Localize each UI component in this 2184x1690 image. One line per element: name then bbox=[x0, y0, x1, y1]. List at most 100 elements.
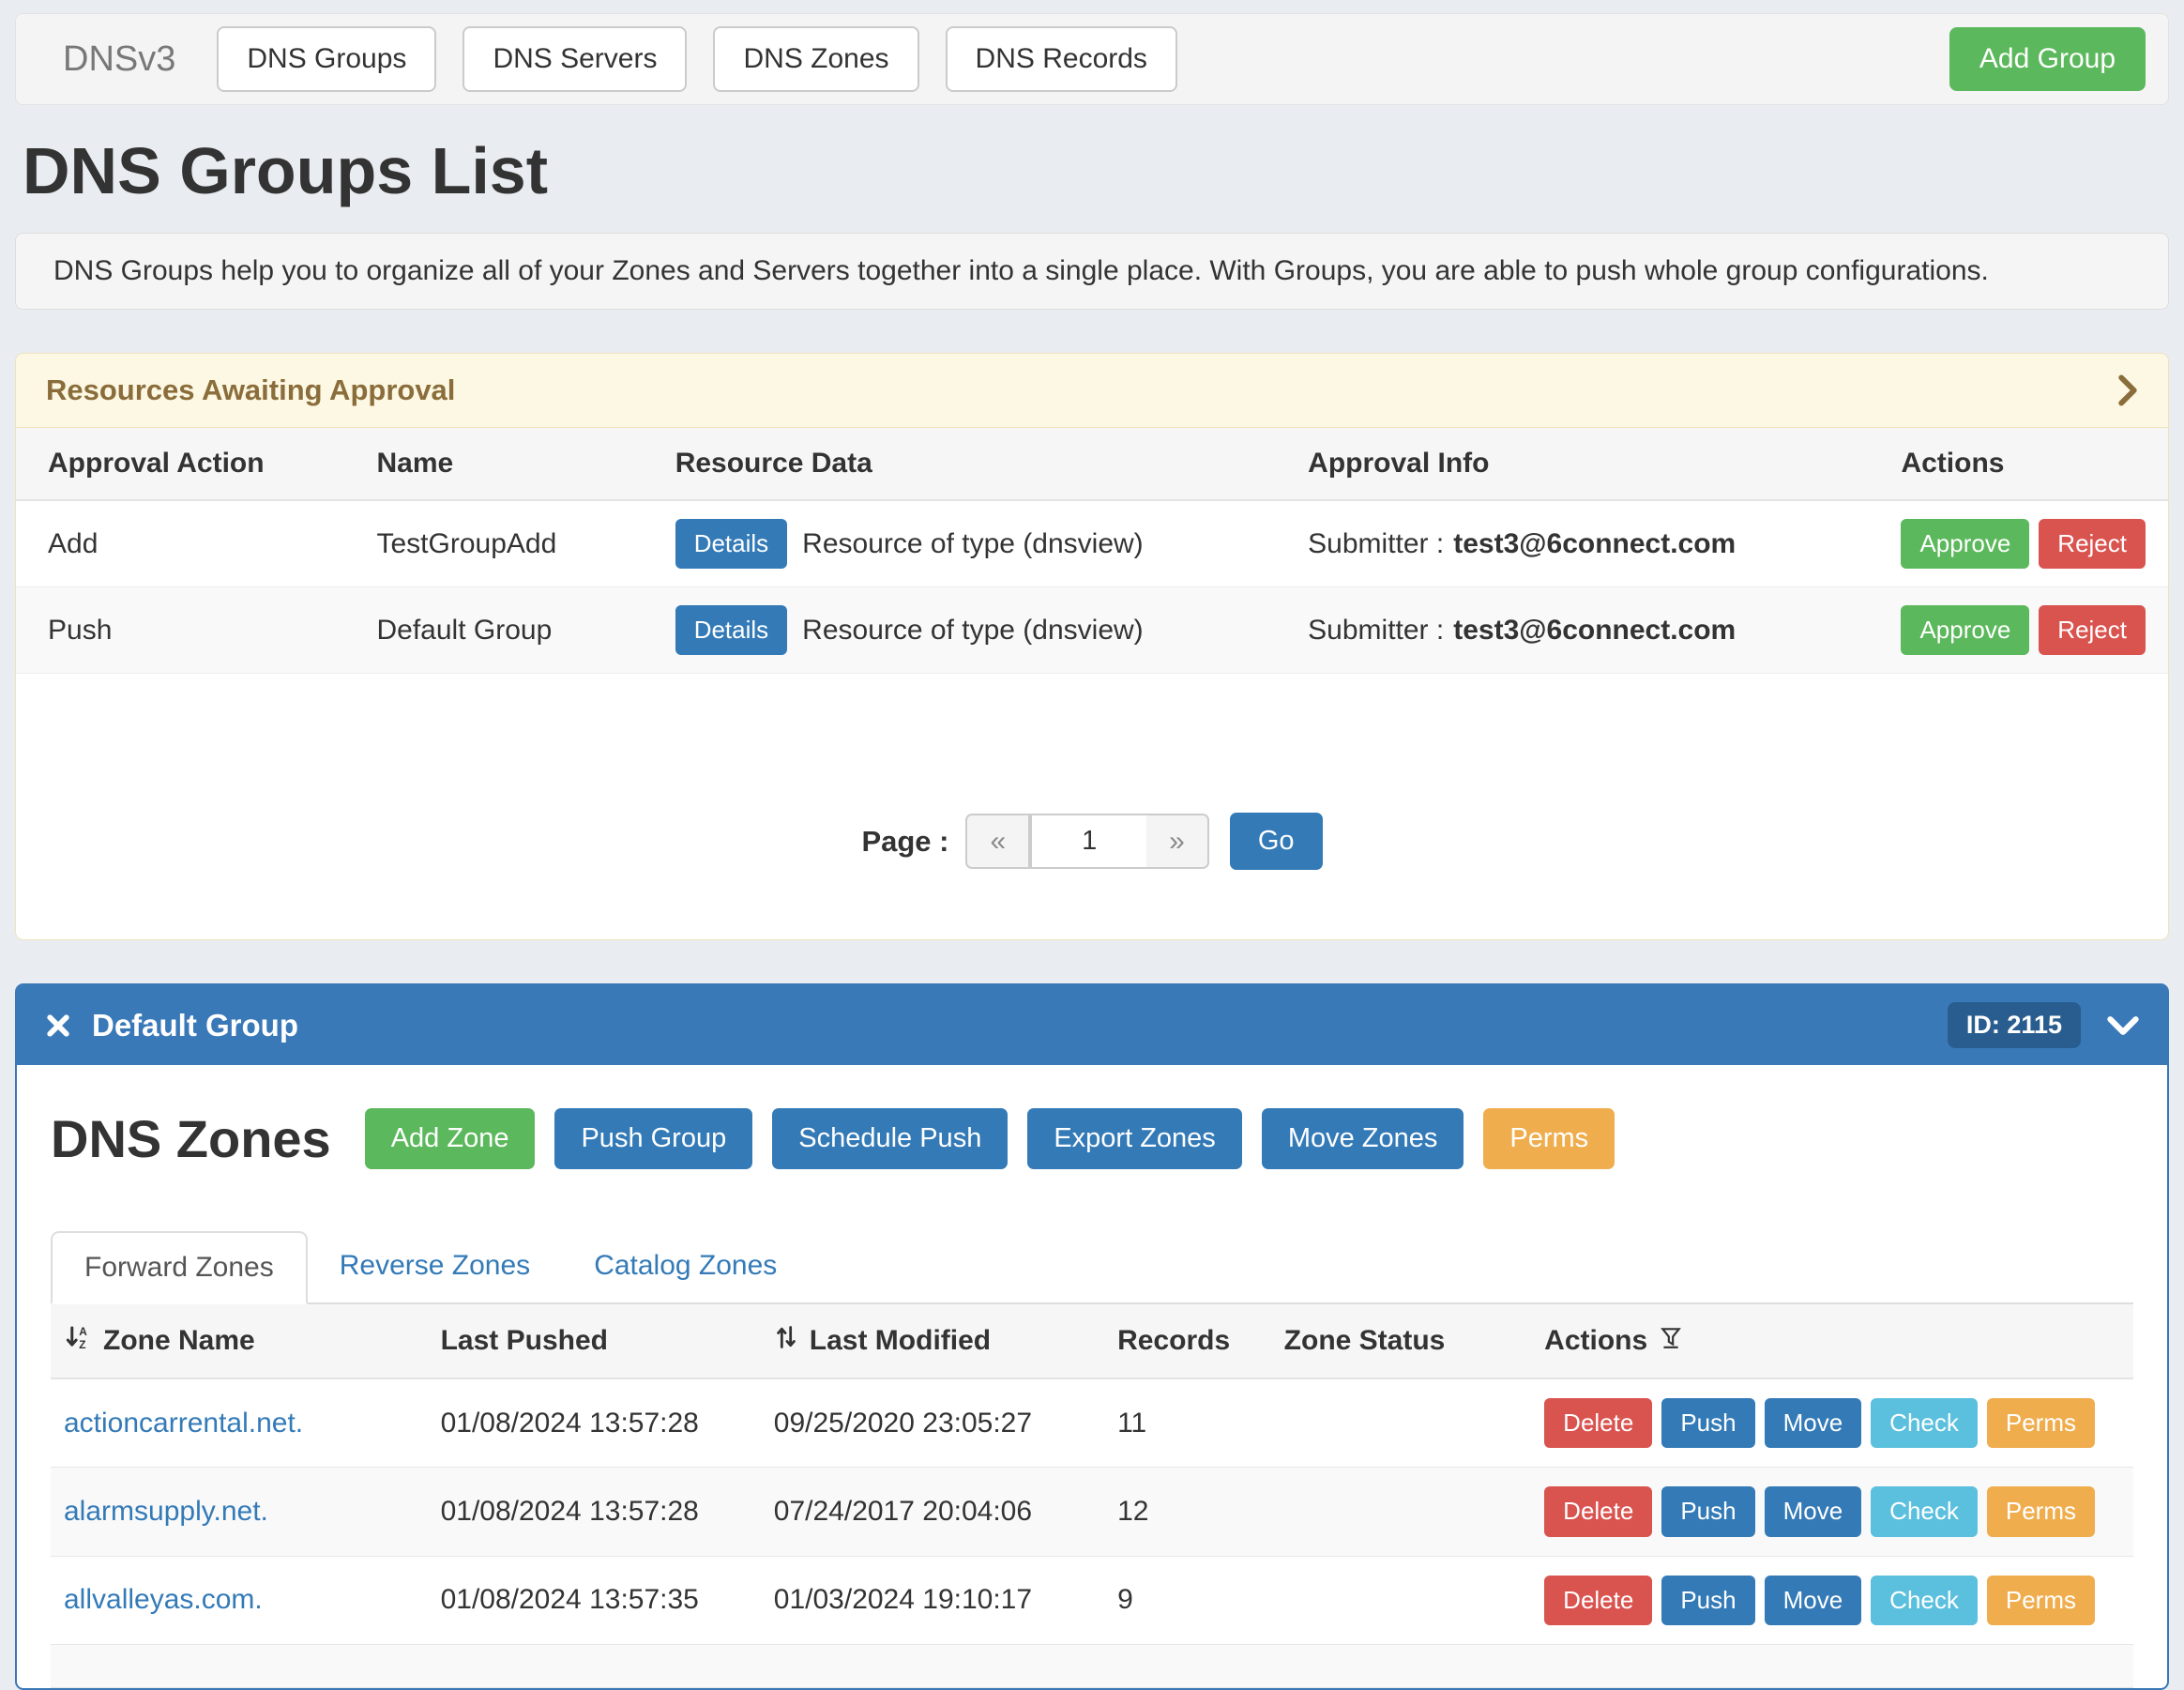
page-label: Page : bbox=[861, 825, 948, 859]
last-modified-cell: 01/03/2024 19:10:17 bbox=[759, 1556, 1102, 1644]
page-title: DNS Groups List bbox=[23, 133, 2161, 208]
col-last-pushed: Last Pushed bbox=[426, 1304, 759, 1378]
col-resource-data: Resource Data bbox=[653, 428, 1285, 500]
schedule-push-button[interactable]: Schedule Push bbox=[772, 1108, 1008, 1169]
check-button[interactable]: Check bbox=[1871, 1486, 1978, 1536]
zone-name-cell: alarmsupply.net. bbox=[51, 1468, 426, 1556]
approval-action-cell: Add bbox=[16, 500, 355, 587]
brand-label: DNSv3 bbox=[63, 39, 175, 80]
submitter-email: test3@6connect.com bbox=[1453, 615, 1736, 646]
approval-panel-header[interactable]: Resources Awaiting Approval bbox=[16, 354, 2168, 428]
approve-button[interactable]: Approve bbox=[1901, 519, 2029, 569]
submitter-email: test3@6connect.com bbox=[1453, 528, 1736, 559]
approval-panel: Resources Awaiting Approval Approval Act… bbox=[15, 353, 2169, 940]
approval-info-cell: Submitter : test3@6connect.com bbox=[1285, 500, 1878, 587]
group-panel-title: Default Group bbox=[92, 1008, 298, 1043]
zone-row-partial bbox=[51, 1644, 2133, 1687]
group-panel-body: DNS Zones Add Zone Push Group Schedule P… bbox=[17, 1065, 2167, 1688]
push-button[interactable]: Push bbox=[1661, 1576, 1754, 1625]
move-button[interactable]: Move bbox=[1765, 1576, 1862, 1625]
last-modified-cell: 07/24/2017 20:04:06 bbox=[759, 1468, 1102, 1556]
last-pushed-cell: 01/08/2024 13:57:35 bbox=[426, 1556, 759, 1644]
approval-resource-cell: Details Resource of type (dnsview) bbox=[653, 500, 1285, 587]
nav-dns-servers-button[interactable]: DNS Servers bbox=[463, 26, 687, 92]
last-modified-cell: 09/25/2020 23:05:27 bbox=[759, 1378, 1102, 1468]
approval-panel-title: Resources Awaiting Approval bbox=[46, 373, 455, 407]
zone-status-cell bbox=[1269, 1378, 1530, 1468]
push-button[interactable]: Push bbox=[1661, 1398, 1754, 1448]
zone-row: alarmsupply.net. 01/08/2024 13:57:28 07/… bbox=[51, 1468, 2133, 1556]
zones-toolbar: DNS Zones Add Zone Push Group Schedule P… bbox=[51, 1108, 2133, 1169]
delete-button[interactable]: Delete bbox=[1544, 1486, 1652, 1536]
nav-dns-groups-button[interactable]: DNS Groups bbox=[217, 26, 436, 92]
previous-page-button[interactable]: « bbox=[965, 814, 1030, 869]
page: DNSv3 DNS Groups DNS Servers DNS Zones D… bbox=[0, 0, 2184, 1690]
push-button[interactable]: Push bbox=[1661, 1486, 1754, 1536]
perms-row-button[interactable]: Perms bbox=[1987, 1398, 2095, 1448]
push-group-button[interactable]: Push Group bbox=[554, 1108, 752, 1169]
zone-link[interactable]: alarmsupply.net. bbox=[64, 1496, 268, 1527]
nav-dns-zones-button[interactable]: DNS Zones bbox=[713, 26, 918, 92]
page-number-input[interactable] bbox=[1030, 814, 1146, 869]
delete-button[interactable]: Delete bbox=[1544, 1576, 1652, 1625]
sort-icon bbox=[774, 1324, 798, 1358]
export-zones-button[interactable]: Export Zones bbox=[1027, 1108, 1241, 1169]
svg-text:Z: Z bbox=[79, 1338, 85, 1351]
tab-catalog-zones[interactable]: Catalog Zones bbox=[562, 1231, 809, 1302]
nav-dns-records-button[interactable]: DNS Records bbox=[946, 26, 1177, 92]
zone-row: actioncarrental.net. 01/08/2024 13:57:28… bbox=[51, 1378, 2133, 1468]
submitter-label: Submitter : bbox=[1308, 528, 1444, 559]
resource-description: Resource of type (dnsview) bbox=[802, 528, 1144, 560]
approval-pagination: Page : « » Go bbox=[16, 674, 2168, 939]
records-cell: 12 bbox=[1102, 1468, 1269, 1556]
zone-name-cell: allvalleyas.com. bbox=[51, 1556, 426, 1644]
chevron-down-icon[interactable] bbox=[2107, 1015, 2139, 1036]
tab-reverse-zones[interactable]: Reverse Zones bbox=[308, 1231, 562, 1302]
approval-name-cell: Default Group bbox=[355, 587, 653, 674]
col-zone-actions: Actions bbox=[1529, 1304, 2133, 1378]
add-zone-button[interactable]: Add Zone bbox=[365, 1108, 536, 1169]
move-button[interactable]: Move bbox=[1765, 1398, 1862, 1448]
delete-button[interactable]: Delete bbox=[1544, 1398, 1652, 1448]
go-button[interactable]: Go bbox=[1230, 813, 1323, 870]
col-zone-name[interactable]: A Z Zone Name bbox=[51, 1304, 426, 1378]
col-actions: Actions bbox=[1878, 428, 2168, 500]
perms-row-button[interactable]: Perms bbox=[1987, 1576, 2095, 1625]
perms-row-button[interactable]: Perms bbox=[1987, 1486, 2095, 1536]
reject-button[interactable]: Reject bbox=[2039, 605, 2146, 655]
col-zone-status: Zone Status bbox=[1269, 1304, 1530, 1378]
resource-description: Resource of type (dnsview) bbox=[802, 615, 1144, 647]
approve-button[interactable]: Approve bbox=[1901, 605, 2029, 655]
move-zones-button[interactable]: Move Zones bbox=[1262, 1108, 1464, 1169]
add-group-button[interactable]: Add Group bbox=[1949, 27, 2146, 91]
details-button[interactable]: Details bbox=[675, 605, 787, 655]
filter-icon[interactable] bbox=[1659, 1325, 1683, 1357]
check-button[interactable]: Check bbox=[1871, 1576, 1978, 1625]
col-name: Name bbox=[355, 428, 653, 500]
approval-name-cell: TestGroupAdd bbox=[355, 500, 653, 587]
details-button[interactable]: Details bbox=[675, 519, 787, 569]
col-approval-action: Approval Action bbox=[16, 428, 355, 500]
close-icon[interactable] bbox=[45, 1012, 71, 1039]
reject-button[interactable]: Reject bbox=[2039, 519, 2146, 569]
zone-status-cell bbox=[1269, 1556, 1530, 1644]
next-page-button[interactable]: » bbox=[1146, 814, 1209, 869]
zone-link[interactable]: actioncarrental.net. bbox=[64, 1408, 303, 1439]
zones-header-row: A Z Zone Name Last Pushed bbox=[51, 1304, 2133, 1378]
check-button[interactable]: Check bbox=[1871, 1398, 1978, 1448]
page-input-group: « » bbox=[965, 814, 1208, 869]
zone-actions-cell: Delete Push Move Check Perms bbox=[1529, 1378, 2133, 1468]
perms-button[interactable]: Perms bbox=[1483, 1108, 1615, 1169]
zone-actions-cell: Delete Push Move Check Perms bbox=[1529, 1468, 2133, 1556]
tab-forward-zones[interactable]: Forward Zones bbox=[51, 1231, 308, 1304]
sort-alpha-icon: A Z bbox=[64, 1323, 92, 1359]
move-button[interactable]: Move bbox=[1765, 1486, 1862, 1536]
zones-table: A Z Zone Name Last Pushed bbox=[51, 1304, 2133, 1688]
zone-link[interactable]: allvalleyas.com. bbox=[64, 1584, 263, 1615]
approval-row: Add TestGroupAdd Details Resource of typ… bbox=[16, 500, 2168, 587]
partial-row-cell bbox=[51, 1644, 2133, 1687]
approval-row: Push Default Group Details Resource of t… bbox=[16, 587, 2168, 674]
approval-header-row: Approval Action Name Resource Data Appro… bbox=[16, 428, 2168, 500]
chevron-right-icon bbox=[2117, 374, 2138, 406]
col-last-modified[interactable]: Last Modified bbox=[759, 1304, 1102, 1378]
